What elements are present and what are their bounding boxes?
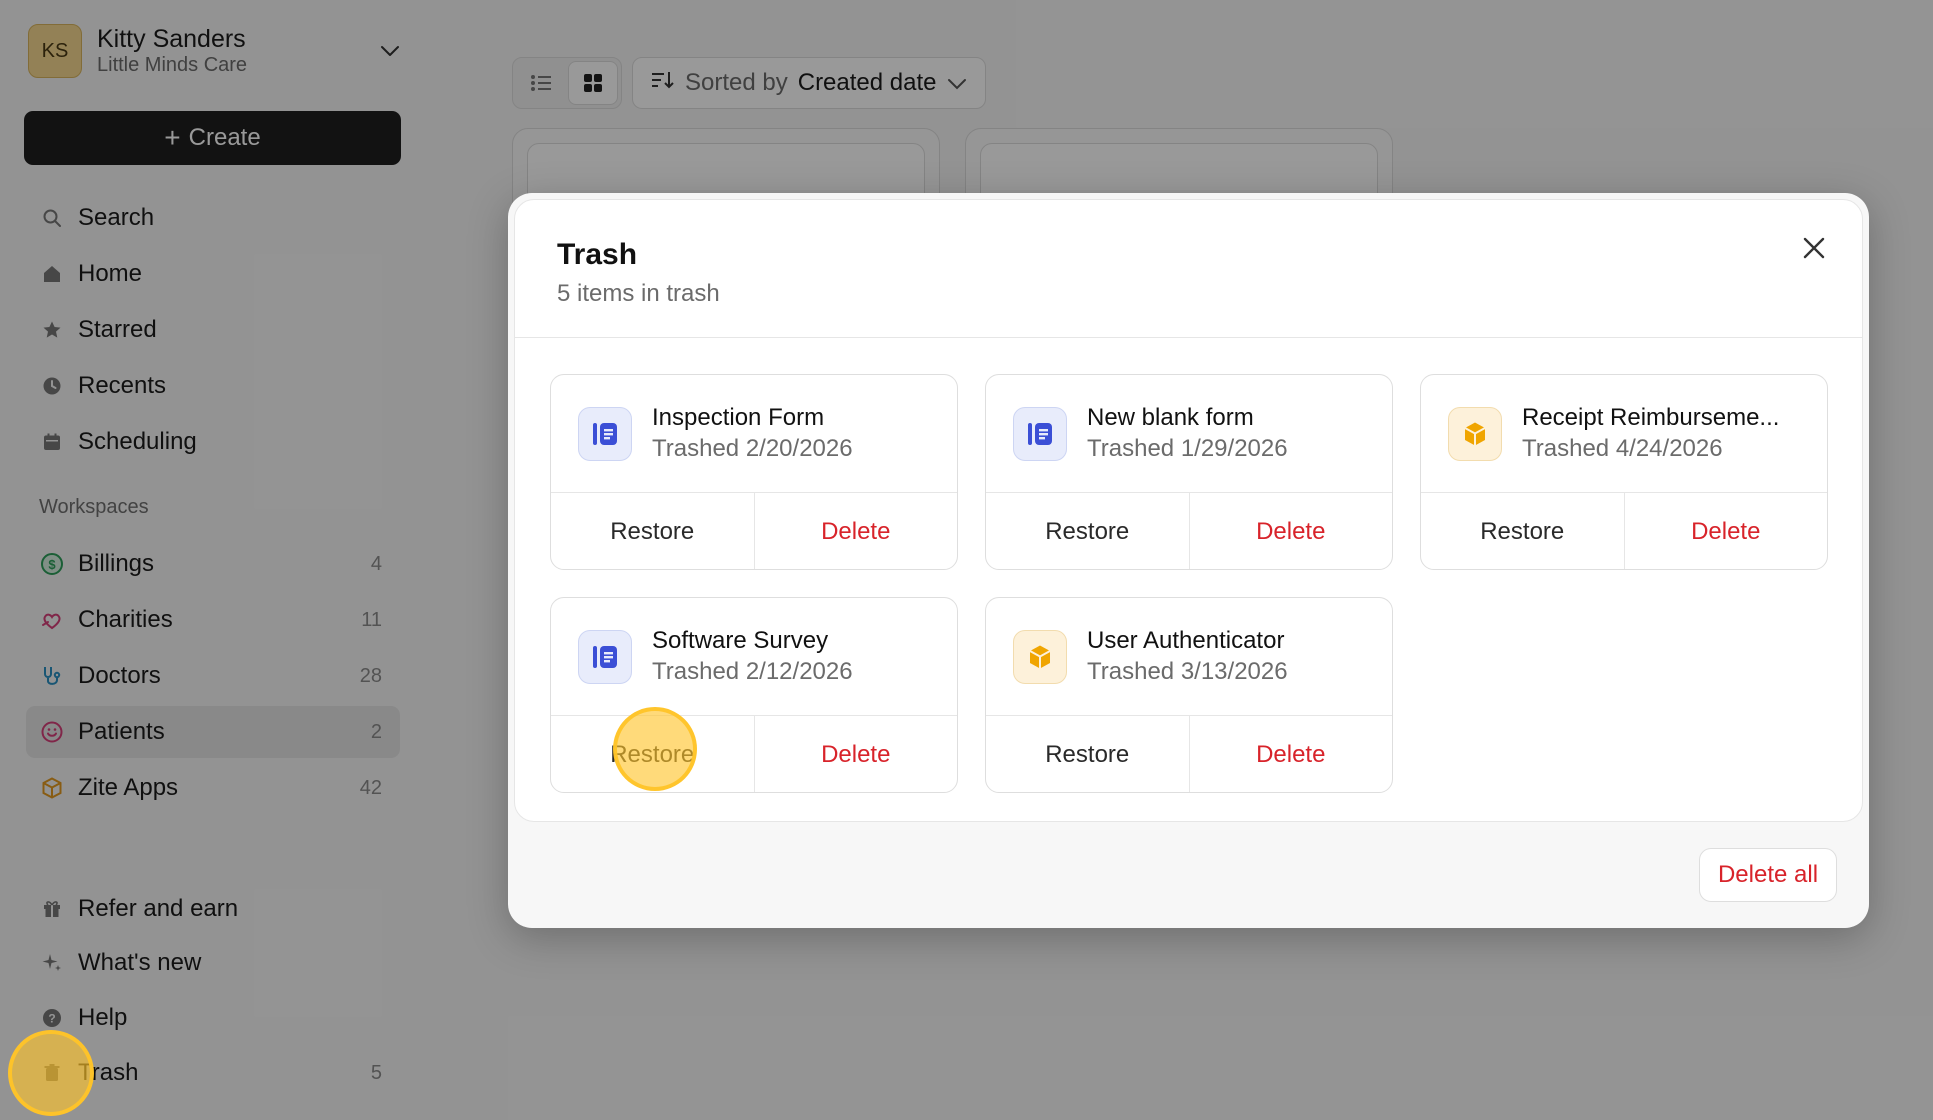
dialog-subtitle: 5 items in trash [557,280,720,307]
trash-dialog: Trash 5 items in trash Inspection Form T… [508,193,1869,928]
item-name: Inspection Form [652,403,825,431]
item-name: User Authenticator [1087,626,1285,654]
item-trashed-date: Trashed 2/20/2026 [652,434,853,462]
restore-button[interactable]: Restore [986,716,1190,792]
form-icon [1013,406,1067,461]
click-indicator [8,1030,94,1116]
app-cube-icon [1013,629,1067,684]
trash-item-card: Inspection Form Trashed 2/20/2026 Restor… [550,374,958,570]
delete-button[interactable]: Delete [1190,493,1393,569]
trash-item-card: New blank form Trashed 1/29/2026 Restore… [985,374,1393,570]
delete-button[interactable]: Delete [755,716,958,792]
item-trashed-date: Trashed 1/29/2026 [1087,434,1288,462]
item-trashed-date: Trashed 3/13/2026 [1087,657,1288,685]
item-trashed-date: Trashed 4/24/2026 [1522,434,1723,462]
click-indicator [613,707,697,791]
app-cube-icon [1448,406,1502,461]
dialog-title: Trash [557,238,638,271]
delete-all-button[interactable]: Delete all [1699,848,1837,902]
trash-dialog-body: Trash 5 items in trash Inspection Form T… [514,199,1863,822]
item-trashed-date: Trashed 2/12/2026 [652,657,853,685]
close-icon[interactable] [1796,230,1832,266]
delete-button[interactable]: Delete [755,493,958,569]
trash-item-card: User Authenticator Trashed 3/13/2026 Res… [985,597,1393,793]
form-icon [578,629,632,684]
restore-button[interactable]: Restore [986,493,1190,569]
item-name: Receipt Reimburseme... [1522,403,1780,431]
delete-button[interactable]: Delete [1190,716,1393,792]
trash-item-card: Software Survey Trashed 2/12/2026 Restor… [550,597,958,793]
restore-button[interactable]: Restore [1421,493,1625,569]
form-icon [578,406,632,461]
item-name: Software Survey [652,626,829,654]
restore-button[interactable]: Restore [551,493,755,569]
item-name: New blank form [1087,403,1254,431]
delete-button[interactable]: Delete [1625,493,1828,569]
trash-item-card: Receipt Reimburseme... Trashed 4/24/2026… [1420,374,1828,570]
divider [515,337,1862,338]
